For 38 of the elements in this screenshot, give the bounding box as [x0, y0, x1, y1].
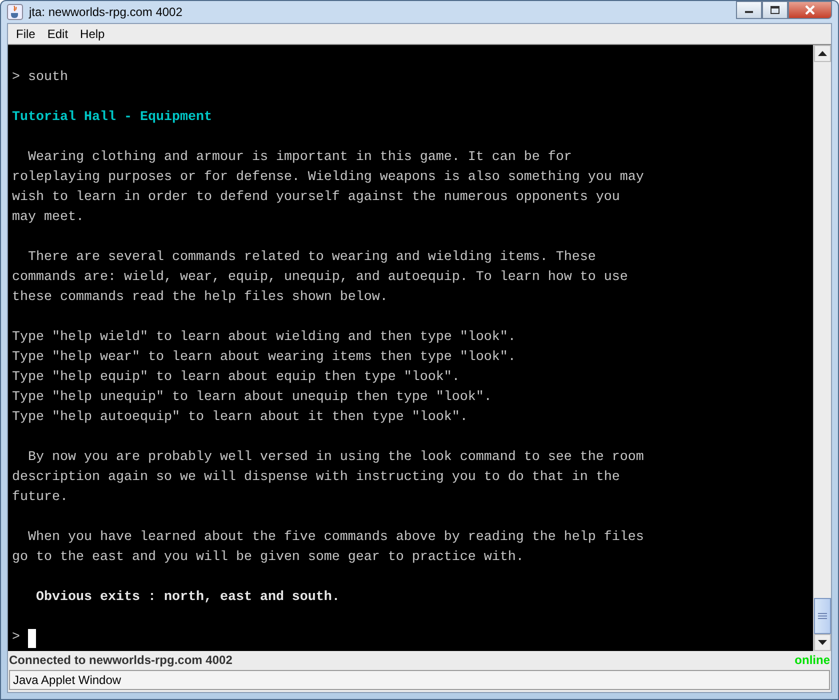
terminal-line: Type "help wear" to learn about wearing items then type "look".	[12, 350, 516, 365]
terminal-line: Wearing clothing and armour is important in this game. It can be for	[26, 150, 572, 165]
terminal-line: > south	[12, 70, 68, 85]
menu-item[interactable]: File	[10, 27, 42, 41]
scroll-thumb[interactable]	[814, 598, 831, 634]
terminal-line: go to the east and you will be given some gear to practice with.	[12, 550, 524, 565]
terminal-line: description again so we will dispense with instructing you to do that in the	[12, 470, 620, 485]
status-text: Connected to newworlds-rpg.com 4002	[9, 653, 232, 667]
close-icon	[804, 5, 816, 15]
applet-warning-text: Java Applet Window	[13, 673, 122, 687]
terminal-line: these commands read the help files shown below.	[12, 290, 388, 305]
terminal-line: Type "help unequip" to learn about unequip then type "look".	[12, 390, 492, 405]
terminal-line: wish to learn in order to defend yourself against the numerous opponents you	[12, 190, 620, 205]
terminal-line: future.	[12, 490, 68, 505]
close-button[interactable]	[788, 1, 832, 19]
terminal-line: Type "help autoequip" to learn about it then type "look".	[12, 410, 468, 425]
maximize-icon	[770, 6, 780, 14]
terminal-line: roleplaying purposes or for defense. Wielding weapons is also something you may	[12, 170, 644, 185]
menu-item[interactable]: Help	[74, 27, 111, 41]
connection-status: online	[794, 653, 830, 667]
terminal-line: When you have learned about the five commands above by reading the help files	[26, 530, 644, 545]
terminal-line: Type "help equip" to learn about equip then type "look".	[12, 370, 460, 385]
window-title: jta: newworlds-rpg.com 4002	[29, 5, 182, 19]
scroll-up-icon[interactable]	[814, 45, 831, 62]
minimize-button[interactable]	[736, 1, 762, 19]
prompt-text: >	[12, 629, 20, 647]
terminal-line: Obvious exits : north, east and south.	[34, 590, 340, 605]
scroll-down-icon[interactable]	[814, 634, 831, 651]
java-cup-icon	[7, 4, 23, 20]
text-cursor	[28, 628, 36, 648]
menu-item[interactable]: Edit	[41, 27, 74, 41]
terminal-line: By now you are probably well versed in using the look command to see the room	[26, 450, 644, 465]
terminal-line: There are several commands related to wearing and wielding items. These	[26, 250, 596, 265]
maximize-button[interactable]	[762, 1, 788, 19]
terminal-line: Type "help wield" to learn about wielding and then type "look".	[12, 330, 516, 345]
terminal-line: may meet.	[12, 210, 84, 225]
terminal-line: commands are: wield, wear, equip, unequip, and autoequip. To learn how to use	[12, 270, 628, 285]
terminal-line: Tutorial Hall - Equipment	[12, 110, 212, 125]
